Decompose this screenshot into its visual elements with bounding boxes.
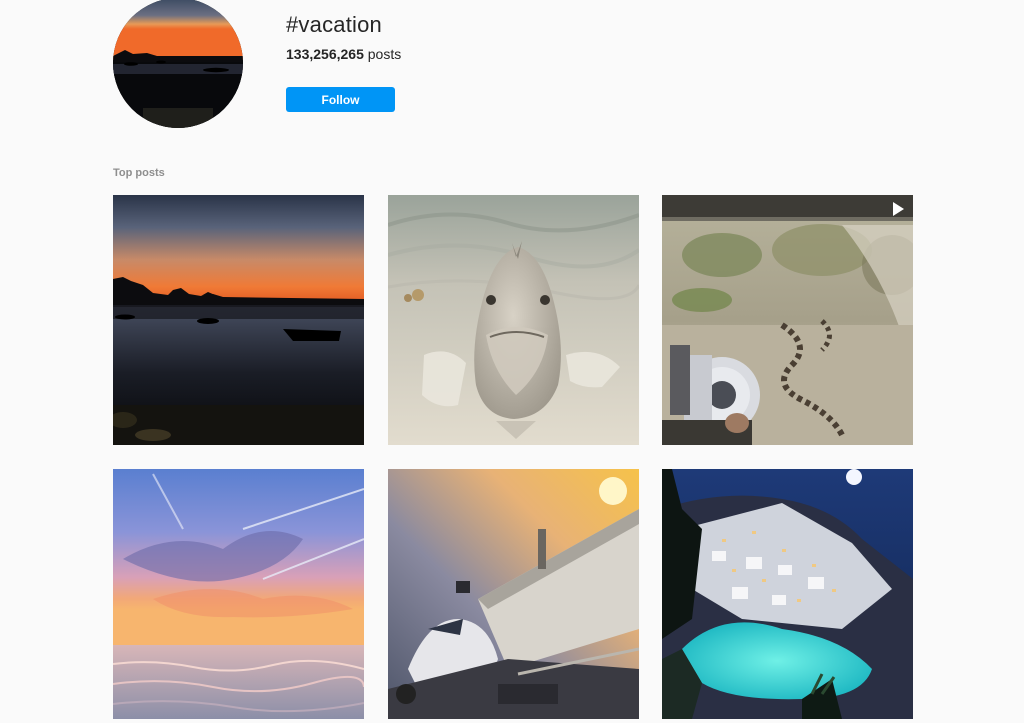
post-count-suffix: posts — [363, 46, 402, 62]
hashtag-title: #vacation — [286, 12, 382, 37]
post-count-number: 133,256,265 — [286, 46, 364, 62]
post-image-wildebeest-crossing — [662, 195, 913, 445]
post-tile-wildebeest-crossing[interactable] — [662, 195, 913, 445]
post-tile-airplane-gate[interactable] — [388, 469, 639, 719]
post-tile-santorini-pool[interactable] — [662, 469, 913, 719]
post-image-santorini-pool — [662, 469, 913, 719]
post-image-pastel-sunset — [113, 469, 364, 719]
hashtag-header: #vacation 133,256,265 posts Follow — [113, 0, 913, 130]
post-tile-fish-on-sand[interactable] — [388, 195, 639, 445]
video-play-icon — [893, 202, 904, 216]
follow-button[interactable]: Follow — [286, 87, 395, 112]
post-tile-sunset-lagoon[interactable] — [113, 195, 364, 445]
top-posts-label: Top posts — [113, 167, 165, 179]
post-image-airplane-gate — [388, 469, 639, 719]
post-tile-pastel-sunset[interactable] — [113, 469, 364, 719]
post-image-sunset-lagoon — [113, 195, 364, 445]
post-count: 133,256,265 posts — [286, 46, 401, 62]
post-image-fish-on-sand — [388, 195, 639, 445]
hashtag-avatar — [113, 0, 243, 128]
